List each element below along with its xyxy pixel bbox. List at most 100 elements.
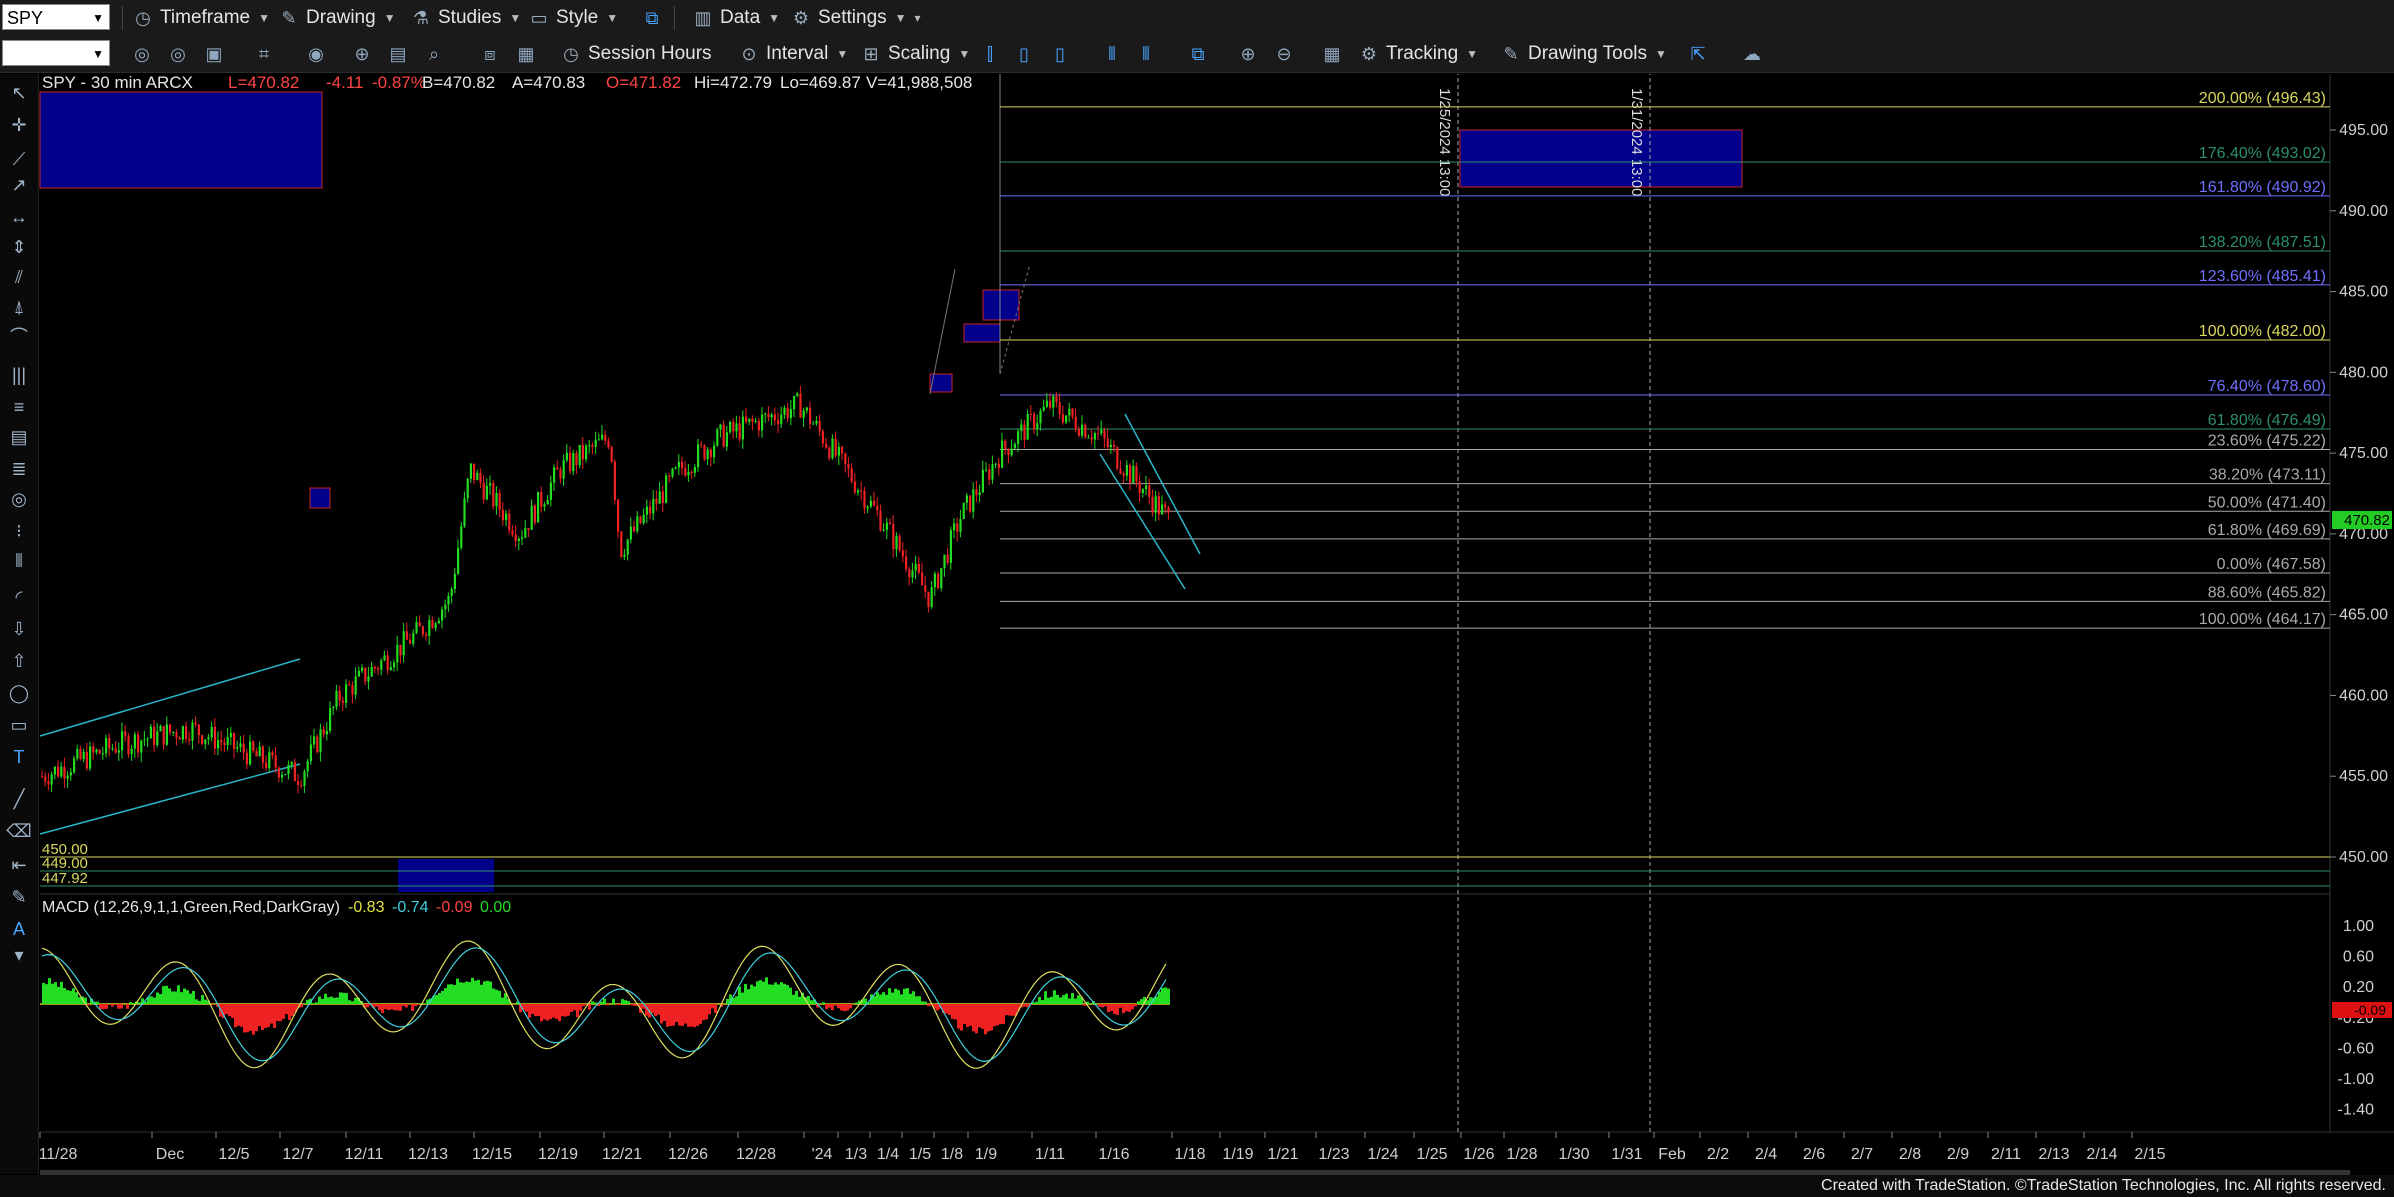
- alert-icon[interactable]: ⊕: [350, 42, 374, 66]
- style-menu[interactable]: ▭ Style ▼: [528, 0, 618, 36]
- hollow-candle-icon[interactable]: ▯: [1048, 42, 1072, 66]
- target-zone-box[interactable]: [39, 91, 323, 189]
- candle-body: [869, 500, 872, 507]
- bar-style-icon[interactable]: ⫿: [978, 42, 1002, 66]
- macd-bar: [897, 990, 900, 1004]
- chat-icon[interactable]: ☁: [1740, 42, 1764, 66]
- candle-body: [994, 463, 997, 465]
- drawing-menu[interactable]: ✎ Drawing ▼: [278, 0, 395, 36]
- candle-body: [965, 495, 968, 503]
- macd-bar: [735, 996, 738, 1004]
- export-icon[interactable]: ⇱: [1686, 42, 1710, 66]
- zoom-in-icon[interactable]: ⊕: [1236, 42, 1260, 66]
- symbol-input[interactable]: SPY ▼: [2, 4, 110, 30]
- macd-tick-label: -1.00: [2338, 1071, 2375, 1088]
- candle-body: [53, 766, 56, 775]
- candle-body: [265, 762, 268, 769]
- macd-bar: [399, 1004, 402, 1011]
- candle-body: [437, 620, 440, 624]
- session-hours-menu[interactable]: ◷ Session Hours: [560, 36, 711, 72]
- layout-select[interactable]: ▼: [2, 40, 110, 66]
- macd-bar: [1167, 988, 1170, 1004]
- window-icon[interactable]: ▣: [202, 42, 226, 66]
- candle-body: [185, 726, 188, 739]
- fib-label: 100.00% (482.00): [2199, 323, 2326, 340]
- candle-body: [479, 472, 482, 483]
- macd-bar: [699, 1004, 702, 1024]
- date-tick-label: 12/15: [472, 1146, 512, 1163]
- candle-body: [165, 724, 168, 745]
- target-icon[interactable]: ◉: [304, 42, 328, 66]
- document-icon[interactable]: ▦: [514, 42, 538, 66]
- target-zone-box[interactable]: [309, 487, 331, 509]
- candle-body: [873, 500, 876, 506]
- macd-bar: [1071, 992, 1074, 1004]
- candle-body: [127, 736, 130, 755]
- date-tick-label: 1/28: [1506, 1146, 1537, 1163]
- drawing-tools-menu[interactable]: ✎ Drawing Tools ▼: [1500, 36, 1666, 72]
- macd-bar: [486, 980, 489, 1004]
- data-menu[interactable]: ▥ Data ▼: [692, 0, 780, 36]
- macd-bar: [951, 1004, 954, 1019]
- candle-body: [428, 620, 431, 636]
- circle-icon[interactable]: ◎: [166, 42, 190, 66]
- bars-icon[interactable]: ⦀: [1134, 42, 1158, 66]
- layout-icon[interactable]: ⧉: [1186, 42, 1210, 66]
- macd-bar: [201, 994, 204, 1004]
- macd-bar: [402, 1004, 405, 1007]
- screenshot-icon[interactable]: ⌗: [252, 42, 276, 66]
- price-tick-label: 480.00: [2339, 364, 2388, 381]
- candle-body: [1077, 429, 1080, 436]
- target-zone-box[interactable]: [963, 323, 1001, 343]
- macd-bar: [702, 1004, 705, 1021]
- scaling-menu[interactable]: ⊞ Scaling ▼: [860, 36, 970, 72]
- candle-body: [815, 420, 818, 424]
- candle-body: [1100, 429, 1103, 434]
- search-icon[interactable]: ⌕: [422, 42, 446, 66]
- macd-bar: [987, 1004, 990, 1032]
- candle-body: [633, 526, 636, 532]
- macd-bar: [87, 1004, 90, 1006]
- candle-body: [610, 447, 613, 462]
- macd-bar: [684, 1004, 687, 1024]
- circle-icon[interactable]: ◎: [130, 42, 154, 66]
- candle-body: [370, 666, 373, 677]
- macd-bar: [1161, 988, 1164, 1004]
- target-zone-box[interactable]: [398, 859, 494, 892]
- macd-bar: [354, 997, 357, 1004]
- candle-body: [543, 504, 546, 507]
- save-icon[interactable]: ▤: [386, 42, 410, 66]
- candle-body: [290, 762, 293, 765]
- settings-menu[interactable]: ⚙ Settings ▼ ▾: [790, 0, 921, 36]
- macd-bar: [378, 1004, 381, 1010]
- macd-bar: [225, 1004, 228, 1015]
- candle-style-icon[interactable]: ▯: [1012, 42, 1036, 66]
- interval-menu[interactable]: ⊙ Interval ▼: [738, 36, 848, 72]
- studies-menu[interactable]: ⚗ Studies ▼: [410, 0, 521, 36]
- candle-body: [204, 739, 207, 744]
- target-zone-box[interactable]: [982, 289, 1020, 321]
- candle-body: [937, 573, 940, 589]
- macd-bar: [549, 1004, 552, 1020]
- macd-bar: [912, 991, 915, 1004]
- macd-bar: [339, 992, 342, 1004]
- bars-icon[interactable]: ⦀: [1100, 42, 1124, 66]
- price-chart[interactable]: SPY - 30 min ARCX L=470.82 -4.11 -0.87% …: [0, 74, 2394, 1175]
- candle-body: [41, 776, 44, 778]
- macd-bar: [1005, 1004, 1008, 1016]
- timeframe-menu[interactable]: ◷ Timeframe ▼: [132, 0, 270, 36]
- candle-body: [332, 706, 335, 709]
- network-icon[interactable]: ⧈: [478, 42, 502, 66]
- date-tick-label: 12/28: [736, 1146, 776, 1163]
- link-icon[interactable]: ⧉: [640, 6, 664, 30]
- macd-bar: [501, 997, 504, 1004]
- macd-bar: [981, 1004, 984, 1029]
- macd-bar: [528, 1004, 531, 1018]
- target-zone-box[interactable]: [1459, 129, 1743, 188]
- tracking-menu[interactable]: ⚙ Tracking ▼: [1358, 36, 1478, 72]
- zoom-out-icon[interactable]: ⊖: [1272, 42, 1296, 66]
- date-tick-label: 2/11: [1991, 1146, 2021, 1163]
- macd-bar: [774, 982, 777, 1004]
- candle-body: [178, 737, 181, 740]
- grid-icon[interactable]: ▦: [1320, 42, 1344, 66]
